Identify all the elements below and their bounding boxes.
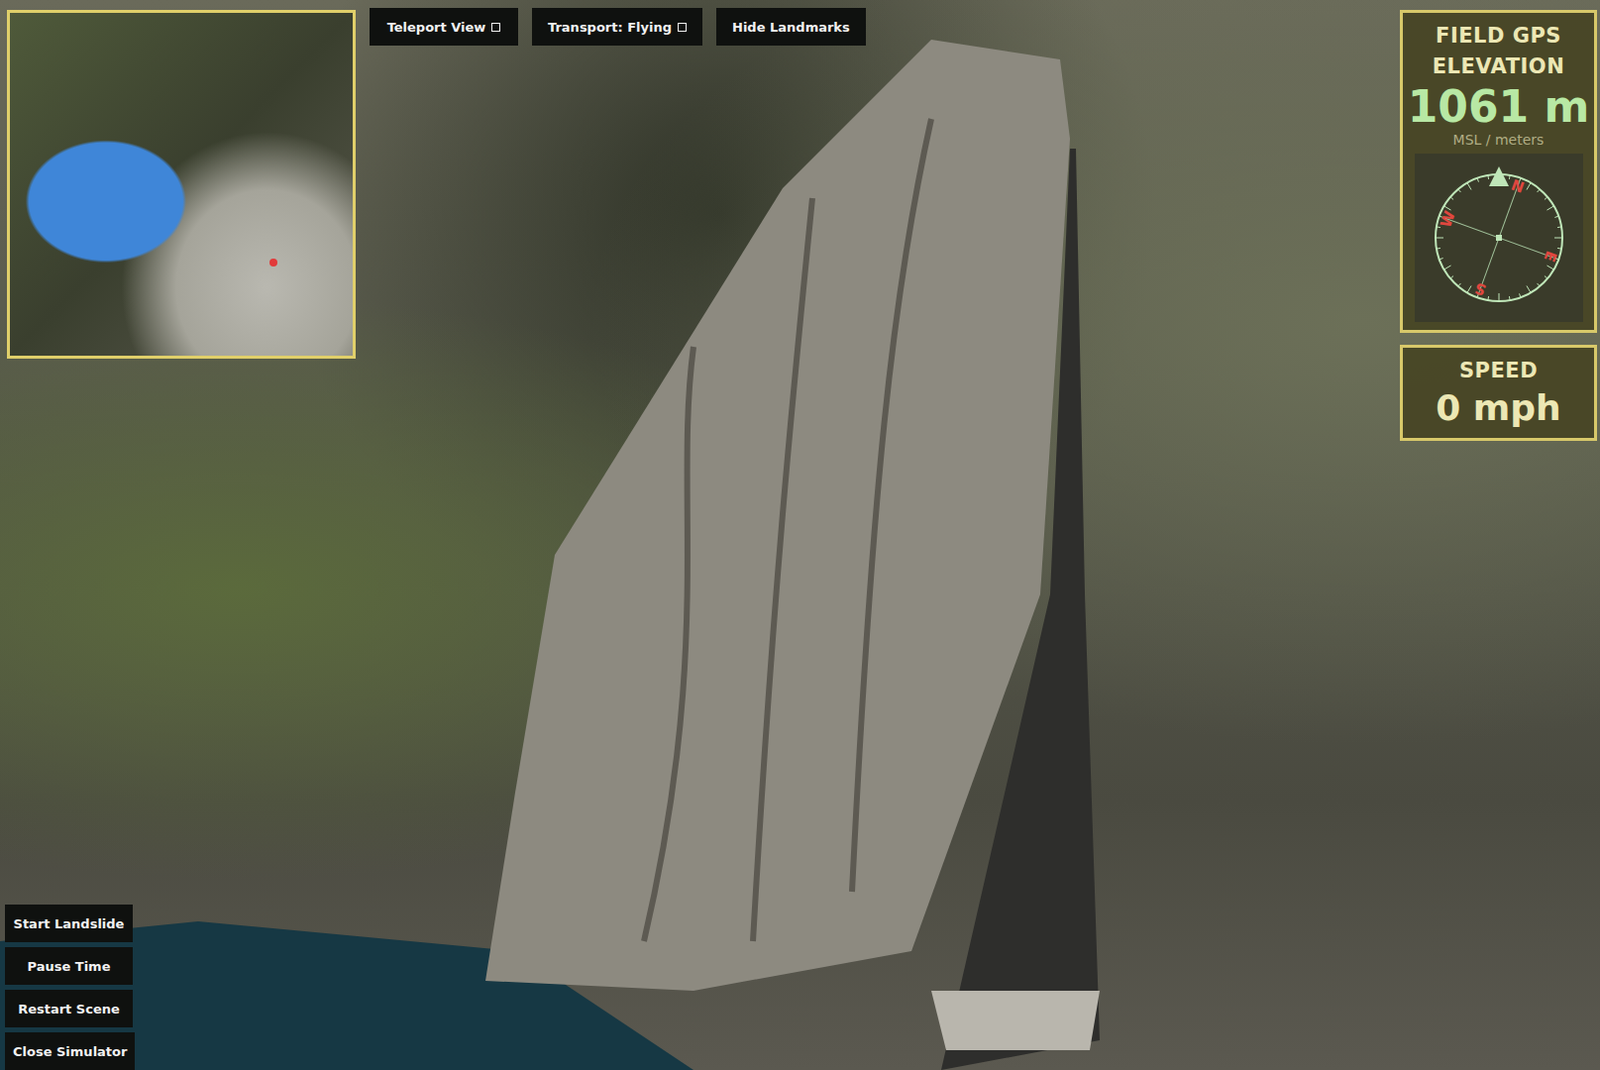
- control-button[interactable]: Restart Scene: [4, 989, 133, 1028]
- control-buttons: Start Landslide Pause Time Restart Scene Cl…: [4, 904, 1598, 1070]
- elevation-value: 1061 m: [1407, 82, 1591, 132]
- control-button[interactable]: Close Simulator: [4, 1032, 135, 1070]
- speed-value: 0 mph: [1435, 386, 1562, 430]
- toolbar-button[interactable]: Hide Landmarks: [716, 7, 866, 46]
- toggle-checkbox[interactable]: [677, 22, 687, 32]
- minimap[interactable]: [6, 9, 356, 359]
- toolbar-button[interactable]: Transport: Flying: [532, 7, 703, 46]
- speed-panel: SPEED0 mph: [1399, 344, 1598, 441]
- player-marker-icon: [269, 258, 278, 267]
- hud: Teleport View Transport: Flying Hide Landm…: [0, 0, 1600, 1070]
- svg-text:N: N: [1507, 176, 1526, 198]
- compass: N E S W: [1414, 153, 1584, 322]
- elevation-unit: MSL / meters: [1453, 131, 1545, 148]
- svg-text:E: E: [1539, 248, 1560, 265]
- svg-text:S: S: [1472, 278, 1489, 300]
- toggle-checkbox[interactable]: [491, 22, 501, 32]
- top-toolbar: Teleport View Transport: Flying Hide Landm…: [369, 7, 866, 46]
- speed-title: SPEED: [1459, 355, 1538, 387]
- gps-title: FIELD GPS: [1435, 20, 1562, 52]
- control-button[interactable]: Pause Time: [4, 947, 133, 985]
- svg-text:W: W: [1436, 208, 1460, 230]
- gps-title: ELEVATION: [1432, 51, 1566, 83]
- top-row: Teleport View Transport: Flying Hide Landm…: [4, 9, 1598, 441]
- compass-icon: N E S W: [1419, 158, 1579, 318]
- simulator-screen[interactable]: Teleport View Transport: Flying Hide Landm…: [0, 0, 1600, 1070]
- gps-panel: FIELD GPSELEVATION1061 mMSL / meters N E S W: [1399, 9, 1598, 333]
- control-button[interactable]: Start Landslide: [4, 904, 133, 943]
- instrument-column: FIELD GPSELEVATION1061 mMSL / meters N E S W…: [1399, 9, 1598, 441]
- toolbar-button[interactable]: Teleport View: [369, 7, 519, 46]
